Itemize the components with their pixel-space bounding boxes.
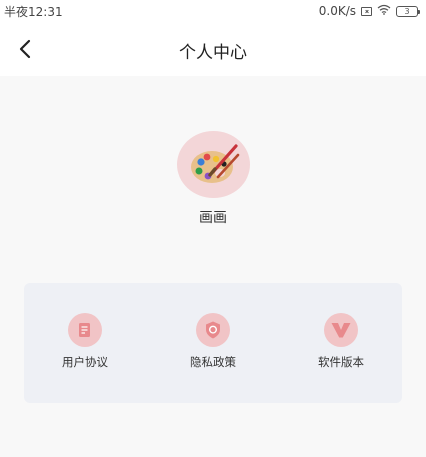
page-title: 个人中心 bbox=[179, 43, 247, 63]
menu-item-label: 用户协议 bbox=[62, 355, 108, 369]
avatar[interactable] bbox=[177, 131, 250, 198]
battery-icon: 3 bbox=[396, 5, 420, 17]
main-content: 画画 用户协议 隐私政策 软件版本 bbox=[0, 76, 426, 457]
status-bar: 半夜12:31 0.0K/s 3 bbox=[0, 0, 426, 22]
menu-card: 用户协议 隐私政策 软件版本 bbox=[24, 283, 402, 403]
menu-item-software-version[interactable]: 软件版本 bbox=[286, 313, 396, 383]
palette-icon bbox=[190, 143, 239, 183]
menu-item-label: 隐私政策 bbox=[190, 355, 236, 369]
network-speed: 0.0K/s bbox=[318, 4, 356, 18]
menu-item-label: 软件版本 bbox=[318, 355, 364, 369]
menu-item-privacy-policy[interactable]: 隐私政策 bbox=[158, 313, 268, 383]
document-icon bbox=[68, 313, 102, 347]
menu-item-user-agreement[interactable]: 用户协议 bbox=[30, 313, 140, 383]
status-indicators: 0.0K/s 3 bbox=[318, 4, 420, 18]
shield-icon bbox=[196, 313, 230, 347]
sim-icon bbox=[361, 6, 372, 16]
status-time: 半夜12:31 bbox=[4, 4, 63, 19]
header: 个人中心 bbox=[0, 22, 426, 76]
user-nickname: 画画 bbox=[199, 210, 227, 226]
wifi-icon bbox=[377, 4, 391, 18]
v-icon bbox=[324, 313, 358, 347]
